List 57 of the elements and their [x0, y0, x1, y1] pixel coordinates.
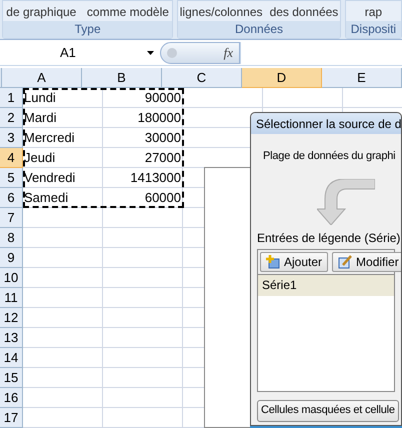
row-header[interactable]: 10 [0, 268, 23, 288]
curved-arrow-icon [317, 178, 375, 224]
row-header[interactable]: 8 [0, 228, 23, 248]
ribbon-button[interactable]: rap [364, 5, 382, 19]
column-header[interactable]: C [162, 68, 242, 88]
row-header[interactable]: 1 [0, 88, 23, 108]
table-cell: 1413000 [103, 168, 183, 188]
ribbon-button[interactable]: de graphique [6, 5, 76, 19]
add-icon [266, 254, 280, 268]
table-cell: 27000 [103, 148, 183, 168]
insert-function-button[interactable]: fx [224, 42, 233, 62]
series-item[interactable]: Série1 [258, 274, 394, 296]
legend-label: Entrées de légende (Série) [257, 230, 401, 246]
series-list[interactable]: Série1 [257, 274, 395, 392]
name-box[interactable]: A1 [0, 42, 160, 64]
table-cell: Vendredi [23, 168, 103, 188]
range-label: Plage de données du graphi [263, 149, 396, 164]
table-cell: Mardi [23, 108, 103, 128]
row-header[interactable]: 17 [0, 408, 23, 428]
group-label: Dispositi [346, 21, 401, 38]
dialog-title: Sélectionner la source de d [256, 116, 401, 132]
ribbon-button[interactable]: lignes/colonnes [180, 5, 262, 19]
table-cell: Lundi [23, 88, 103, 108]
row-header[interactable]: 13 [0, 328, 23, 348]
hidden-cells-button[interactable]: Cellules masquées et cellule [257, 400, 399, 422]
table-cell: 180000 [103, 108, 183, 128]
column-header[interactable]: E [322, 68, 402, 88]
group-label: Données [178, 21, 340, 38]
group-label: Type [3, 21, 172, 38]
row-header[interactable]: 16 [0, 388, 23, 408]
row-header[interactable]: 2 [0, 108, 23, 128]
column-header[interactable]: D [242, 68, 322, 88]
column-header[interactable]: A [2, 68, 82, 88]
add-button[interactable]: Ajouter [260, 252, 328, 272]
table-cell: Samedi [23, 188, 103, 208]
row-header[interactable]: 9 [0, 248, 23, 268]
table-cell: 90000 [103, 88, 183, 108]
table-cell: Mercredi [23, 128, 103, 148]
row-header[interactable]: 6 [0, 188, 23, 208]
row-header[interactable]: 12 [0, 308, 23, 328]
ribbon-button[interactable]: des données [270, 5, 338, 19]
table-cell: 60000 [103, 188, 183, 208]
edit-icon [338, 254, 352, 268]
table-cell: 30000 [103, 128, 183, 148]
table-cell: Jeudi [23, 148, 103, 168]
row-header[interactable]: 5 [0, 168, 23, 188]
column-header[interactable]: B [82, 68, 162, 88]
row-header[interactable]: 14 [0, 348, 23, 368]
expand-icon[interactable] [167, 48, 177, 58]
ribbon-button[interactable]: comme modèle [86, 5, 169, 19]
row-header[interactable]: 4 [0, 148, 23, 168]
row-header[interactable]: 15 [0, 368, 23, 388]
edit-button[interactable]: Modifier [332, 252, 401, 272]
row-header[interactable]: 11 [0, 288, 23, 308]
dropdown-icon[interactable] [147, 50, 154, 54]
row-header[interactable]: 7 [0, 208, 23, 228]
row-header[interactable]: 3 [0, 128, 23, 148]
